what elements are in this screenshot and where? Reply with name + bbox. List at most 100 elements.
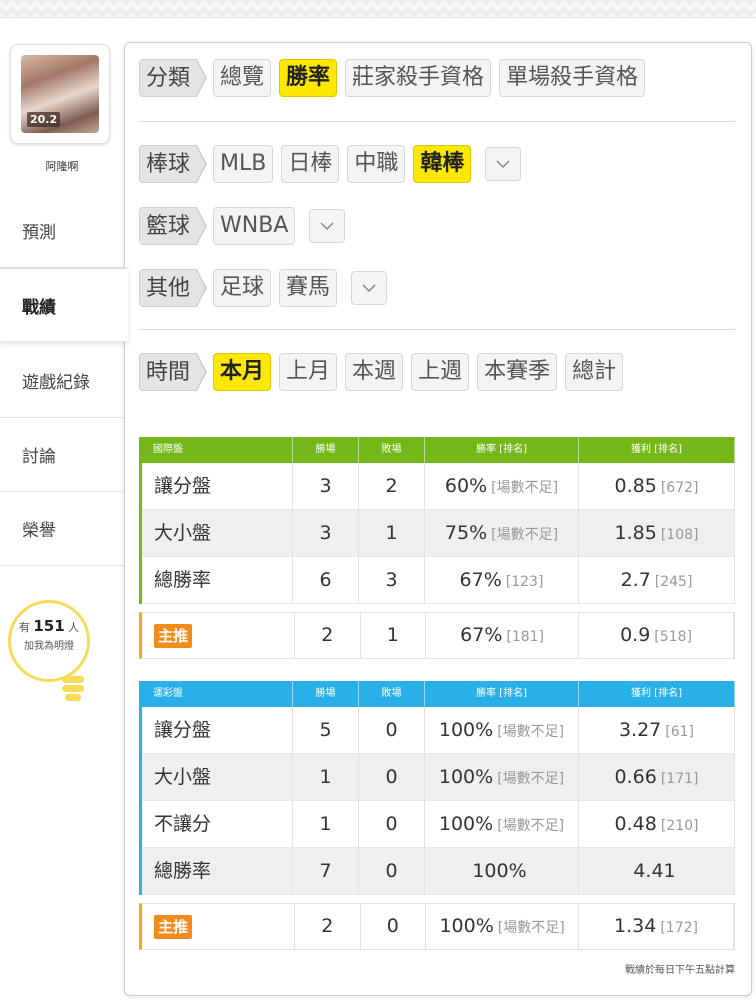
table-row: 大小盤 1 0 100% [場數不足] 0.66 [171] (139, 753, 735, 801)
rate-rank: [123] (505, 573, 544, 590)
option-single-killer[interactable]: 單場殺手資格 (499, 59, 646, 97)
lottery-table-header: 運彩盤 勝場 敗場 勝率 [排名] 獲利 [排名] (139, 681, 735, 707)
filter-time-label: 時間 (139, 353, 208, 391)
row-name: 讓分盤 (139, 706, 293, 754)
profit-rank: [672] (660, 479, 699, 496)
rate-value: 100% (439, 915, 494, 937)
chevron-down-icon (496, 160, 510, 169)
rate-rank: [181] (506, 629, 545, 645)
row-wins: 1 (293, 800, 359, 848)
sidebar-item-record[interactable]: 戰績 (0, 268, 128, 342)
avatar-number: 20.2 (27, 112, 61, 127)
row-name: 總勝率 (139, 556, 293, 604)
row-losses: 0 (359, 753, 425, 801)
rate-value: 100% (438, 765, 494, 788)
row-losses: 0 (359, 847, 425, 895)
fans-count-line: 有 151 人 (11, 617, 87, 635)
profit-value: 0.85 (614, 474, 657, 497)
row-name: 大小盤 (139, 509, 293, 557)
row-profit: 3.27 [61] (579, 706, 735, 754)
international-table: 國際盤 勝場 敗場 勝率 [排名] 獲利 [排名] 讓分盤 3 2 60% [場數… (139, 437, 735, 659)
rate-value: 100% (438, 718, 494, 741)
row-name: 讓分盤 (139, 462, 293, 510)
divider (139, 329, 735, 330)
rate-rank: [場數不足] (497, 920, 565, 936)
row-losses: 1 (361, 612, 427, 659)
option-wnba[interactable]: WNBA (213, 207, 296, 245)
basketball-more-dropdown[interactable] (309, 209, 346, 243)
option-last-month[interactable]: 上月 (279, 353, 338, 391)
fans-suffix: 人 (68, 621, 80, 634)
sidebar-item-honor[interactable]: 榮譽 (0, 492, 124, 566)
table-row: 讓分盤 5 0 100% [場數不足] 3.27 [61] (139, 706, 735, 754)
row-name: 主推 (142, 612, 296, 659)
option-horse-racing[interactable]: 賽馬 (279, 269, 338, 307)
divider (139, 121, 735, 122)
option-this-week[interactable]: 本週 (345, 353, 404, 391)
sidebar-item-discussion[interactable]: 討論 (0, 418, 124, 492)
table-row: 總勝率 7 0 100% 4.41 (139, 847, 735, 895)
row-profit: 0.66 [171] (579, 753, 735, 801)
sidebar: 20.2 阿隆啊 預測 戰績 遊戲紀錄 討論 榮譽 有 151 人 加我為明燈 (0, 40, 128, 1000)
header-profit: 獲利 [排名] (579, 437, 735, 463)
option-this-month[interactable]: 本月 (213, 353, 272, 391)
header-wins: 勝場 (293, 437, 359, 463)
header-losses: 敗場 (359, 437, 425, 463)
row-wins: 1 (293, 753, 359, 801)
featured-row: 主推 2 0 100% [場數不足] 1.34 [172] (139, 903, 735, 950)
option-npb[interactable]: 日棒 (281, 145, 340, 183)
option-this-season[interactable]: 本賽季 (477, 353, 558, 391)
option-last-week[interactable]: 上週 (411, 353, 470, 391)
option-soccer[interactable]: 足球 (213, 269, 272, 307)
profit-rank: [210] (660, 817, 699, 834)
row-wins: 6 (293, 556, 359, 604)
option-win-rate[interactable]: 勝率 (279, 59, 338, 97)
row-profit: 4.41 (579, 847, 735, 895)
row-wins: 2 (295, 612, 361, 659)
row-profit: 0.48 [210] (579, 800, 735, 848)
footnote: 戰績於每日下午五點計算 (625, 965, 735, 976)
avatar[interactable]: 20.2 (10, 44, 110, 144)
top-decoration (0, 0, 756, 18)
profit-rank: [108] (660, 526, 699, 543)
header-market: 運彩盤 (139, 681, 293, 707)
sidebar-item-game-log[interactable]: 遊戲紀錄 (0, 344, 124, 418)
row-win-rate: 100% [場數不足] (425, 800, 579, 848)
main-panel: 分類 總覽 勝率 莊家殺手資格 單場殺手資格 棒球 MLB 日棒 中職 韓棒 籃… (124, 42, 752, 996)
row-wins: 3 (293, 462, 359, 510)
baseball-more-dropdown[interactable] (485, 147, 522, 181)
row-win-rate: 100% [場數不足] (426, 903, 580, 950)
lottery-table: 運彩盤 勝場 敗場 勝率 [排名] 獲利 [排名] 讓分盤 5 0 100% [場… (139, 681, 735, 950)
rate-value: 75% (444, 521, 488, 544)
row-profit: 0.9 [518] (579, 612, 734, 659)
filter-time: 時間 本月 上月 本週 上週 本賽季 總計 (139, 353, 624, 391)
option-dealer-killer[interactable]: 莊家殺手資格 (345, 59, 492, 97)
username[interactable]: 阿隆啊 (0, 158, 124, 174)
table-row: 總勝率 6 3 67% [123] 2.7 [245] (139, 556, 735, 604)
rate-value: 67% (459, 568, 502, 591)
filter-baseball-label: 棒球 (139, 145, 208, 183)
option-mlb[interactable]: MLB (213, 145, 274, 183)
row-win-rate: 67% [181] (426, 612, 580, 659)
row-win-rate: 60% [場數不足] (425, 462, 579, 510)
row-win-rate: 100% [場數不足] (425, 706, 579, 754)
profit-rank: [518] (654, 629, 692, 645)
option-total[interactable]: 總計 (565, 353, 624, 391)
profit-rank: [171] (660, 770, 699, 787)
fans-lightbulb[interactable]: 有 151 人 加我為明燈 (8, 600, 90, 682)
international-table-header: 國際盤 勝場 敗場 勝率 [排名] 獲利 [排名] (139, 437, 735, 463)
rate-value: 60% (444, 474, 488, 497)
option-kbo[interactable]: 韓棒 (413, 145, 472, 183)
row-wins: 2 (295, 903, 361, 950)
profit-value: 1.85 (614, 521, 657, 544)
profit-value: 0.66 (614, 765, 657, 788)
option-overview[interactable]: 總覽 (213, 59, 272, 97)
row-profit: 0.85 [672] (579, 462, 735, 510)
other-more-dropdown[interactable] (351, 271, 388, 305)
filter-baseball: 棒球 MLB 日棒 中職 韓棒 (139, 145, 522, 183)
option-cpbl[interactable]: 中職 (347, 145, 406, 183)
header-losses: 敗場 (359, 681, 425, 707)
filter-basketball-label: 籃球 (139, 207, 208, 245)
profit-rank: [61] (665, 723, 695, 740)
sidebar-item-predict[interactable]: 預測 (0, 194, 124, 268)
